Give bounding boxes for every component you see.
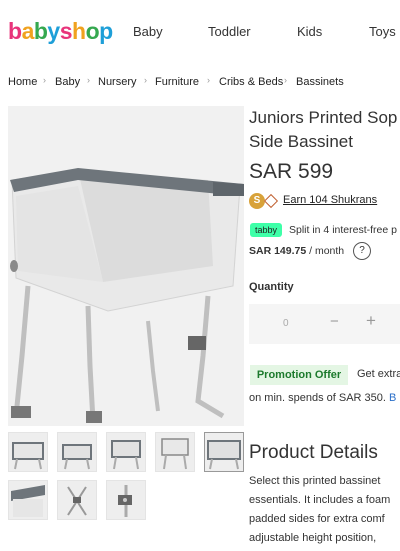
breadcrumb-cribs-beds[interactable]: Cribs & Beds <box>219 76 283 88</box>
babyshop-logo[interactable]: babyshop <box>8 18 113 45</box>
thumbnail-selected[interactable] <box>204 432 244 472</box>
breadcrumb-bassinets[interactable]: Bassinets <box>296 76 344 88</box>
quantity-stepper <box>249 304 400 344</box>
bassinet-thumb-icon <box>67 486 87 516</box>
tabby-amount-period: / month <box>306 245 345 257</box>
promotion-link[interactable]: B <box>389 392 396 404</box>
promotion-text: Get extra <box>357 368 400 380</box>
product-title-line: Side Bassinet <box>249 132 353 151</box>
breadcrumb-home[interactable]: Home <box>8 76 37 88</box>
thumbnail[interactable] <box>8 480 48 520</box>
minus-icon[interactable]: − <box>330 313 339 330</box>
nav-item-toddler[interactable]: Toddler <box>208 24 251 39</box>
logo-letter: b <box>33 18 48 44</box>
logo-letter: b <box>8 18 22 44</box>
thumbnail[interactable] <box>8 432 48 472</box>
bassinet-thumb-icon <box>12 442 44 470</box>
description-line: padded sides for extra comf <box>249 513 385 525</box>
bassinet-thumb-icon <box>207 440 241 470</box>
promotion-condition: on min. spends of SAR 350. <box>249 392 386 404</box>
chevron-right-icon: › <box>144 75 147 85</box>
breadcrumb-furniture[interactable]: Furniture <box>155 76 199 88</box>
promotion-subtext: on min. spends of SAR 350. B <box>249 392 396 404</box>
product-title-line: Juniors Printed Sop <box>249 108 398 127</box>
chevron-right-icon: › <box>284 75 287 85</box>
logo-letter: a <box>21 18 35 44</box>
thumbnail[interactable] <box>57 480 97 520</box>
thumbnail[interactable] <box>155 432 195 472</box>
shukran-earn-link[interactable]: Earn 104 Shukrans <box>283 194 377 206</box>
product-price: SAR 599 <box>249 160 334 183</box>
logo-letter: h <box>72 18 86 44</box>
bassinet-thumb-icon <box>118 485 132 517</box>
bassinet-illustration <box>8 106 244 426</box>
breadcrumb: Home › Baby › Nursery › Furniture › Crib… <box>0 75 400 92</box>
help-icon[interactable]: ? <box>353 242 371 260</box>
product-main-image[interactable] <box>8 106 244 426</box>
chevron-right-icon: › <box>207 75 210 85</box>
quantity-value[interactable]: 0 <box>283 318 289 329</box>
top-navigation: babyshop Baby Toddler Kids Toys <box>0 0 400 62</box>
bassinet-thumb-icon <box>161 438 189 470</box>
nav-item-kids[interactable]: Kids <box>297 24 322 39</box>
tabby-installment-text: Split in 4 interest-free p <box>289 224 397 236</box>
bassinet-thumb-icon <box>111 440 141 470</box>
logo-letter: o <box>85 18 100 44</box>
promotion-offer-badge: Promotion Offer <box>250 365 348 385</box>
breadcrumb-baby[interactable]: Baby <box>55 76 80 88</box>
plus-icon[interactable]: + <box>366 311 376 331</box>
thumbnail[interactable] <box>106 432 146 472</box>
bassinet-thumb-icon <box>11 485 45 517</box>
tabby-amount-value: SAR 149.75 <box>249 245 307 257</box>
breadcrumb-nursery[interactable]: Nursery <box>98 76 137 88</box>
description-line: adjustable height position, <box>249 532 377 544</box>
tabby-badge: tabby <box>250 223 282 237</box>
logo-letter: y <box>47 18 60 44</box>
logo-letter: s <box>59 18 73 44</box>
nav-item-toys[interactable]: Toys <box>369 24 396 39</box>
product-details-description: Select this printed bassinet essentials.… <box>249 472 400 548</box>
thumbnail[interactable] <box>57 432 97 472</box>
thumbnail[interactable] <box>106 480 146 520</box>
product-details-heading: Product Details <box>249 442 378 463</box>
description-line: essentials. It includes a foam <box>249 494 391 506</box>
bassinet-thumb-icon <box>62 444 92 470</box>
quantity-label: Quantity <box>249 281 294 293</box>
tabby-monthly-amount: SAR 149.75 / month <box>249 245 344 257</box>
chevron-right-icon: › <box>43 75 46 85</box>
nav-item-baby[interactable]: Baby <box>133 24 163 39</box>
logo-letter: p <box>99 18 113 44</box>
shukran-diamond-icon <box>263 193 279 209</box>
chevron-right-icon: › <box>87 75 90 85</box>
shukran-coin-icon: S <box>249 193 265 209</box>
description-line: Select this printed bassinet <box>249 475 381 487</box>
product-title: Juniors Printed Sop Side Bassinet <box>249 106 400 154</box>
